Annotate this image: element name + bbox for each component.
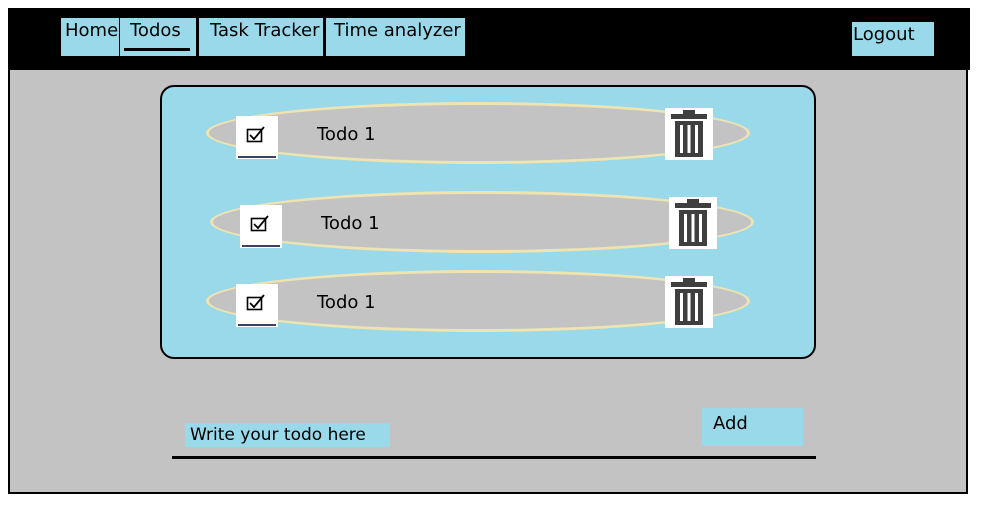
- input-underline: [172, 456, 816, 459]
- delete-todo-button[interactable]: [665, 108, 713, 160]
- todo-item: Todo 1: [210, 191, 754, 253]
- checked-box-icon: [246, 294, 265, 311]
- tab-time-analyzer-label: Time analyzer: [334, 20, 461, 41]
- todo-input[interactable]: [185, 423, 405, 447]
- checkbox-baseline: [238, 156, 276, 158]
- add-todo-button[interactable]: Add: [702, 408, 803, 446]
- top-navbar: Home Todos Task Tracker Time analyzer Lo…: [8, 8, 970, 70]
- logout-button[interactable]: Logout: [852, 22, 934, 56]
- tab-time-analyzer[interactable]: Time analyzer: [326, 18, 465, 56]
- trash-icon: [671, 278, 707, 325]
- trash-icon: [675, 199, 711, 246]
- checked-box-icon: [246, 126, 265, 143]
- checked-box-icon: [250, 215, 269, 232]
- tab-todos-label: Todos: [130, 20, 181, 41]
- tab-home-label: Home: [65, 20, 119, 41]
- todo-checkbox[interactable]: [240, 205, 282, 248]
- todo-checkbox[interactable]: [236, 116, 278, 159]
- todo-item: Todo 1: [206, 270, 750, 332]
- add-label: Add: [713, 413, 748, 434]
- trash-icon: [671, 110, 707, 157]
- delete-todo-button[interactable]: [669, 197, 717, 249]
- active-tab-underline: [124, 48, 190, 51]
- checkbox-baseline: [238, 324, 276, 326]
- todo-checkbox[interactable]: [236, 284, 278, 327]
- todo-item: Todo 1: [206, 102, 750, 164]
- tab-task-tracker[interactable]: Task Tracker: [199, 18, 323, 56]
- todo-text: Todo 1: [321, 213, 380, 234]
- todo-text: Todo 1: [317, 292, 376, 313]
- logout-label: Logout: [853, 24, 915, 45]
- checkbox-baseline: [242, 245, 280, 247]
- delete-todo-button[interactable]: [665, 276, 713, 328]
- tab-task-tracker-label: Task Tracker: [210, 20, 320, 41]
- tab-home[interactable]: Home: [61, 18, 119, 56]
- todo-text: Todo 1: [317, 124, 376, 145]
- tab-todos[interactable]: Todos: [120, 18, 196, 56]
- todo-list-panel: Todo 1 Todo 1 Todo 1: [160, 85, 816, 359]
